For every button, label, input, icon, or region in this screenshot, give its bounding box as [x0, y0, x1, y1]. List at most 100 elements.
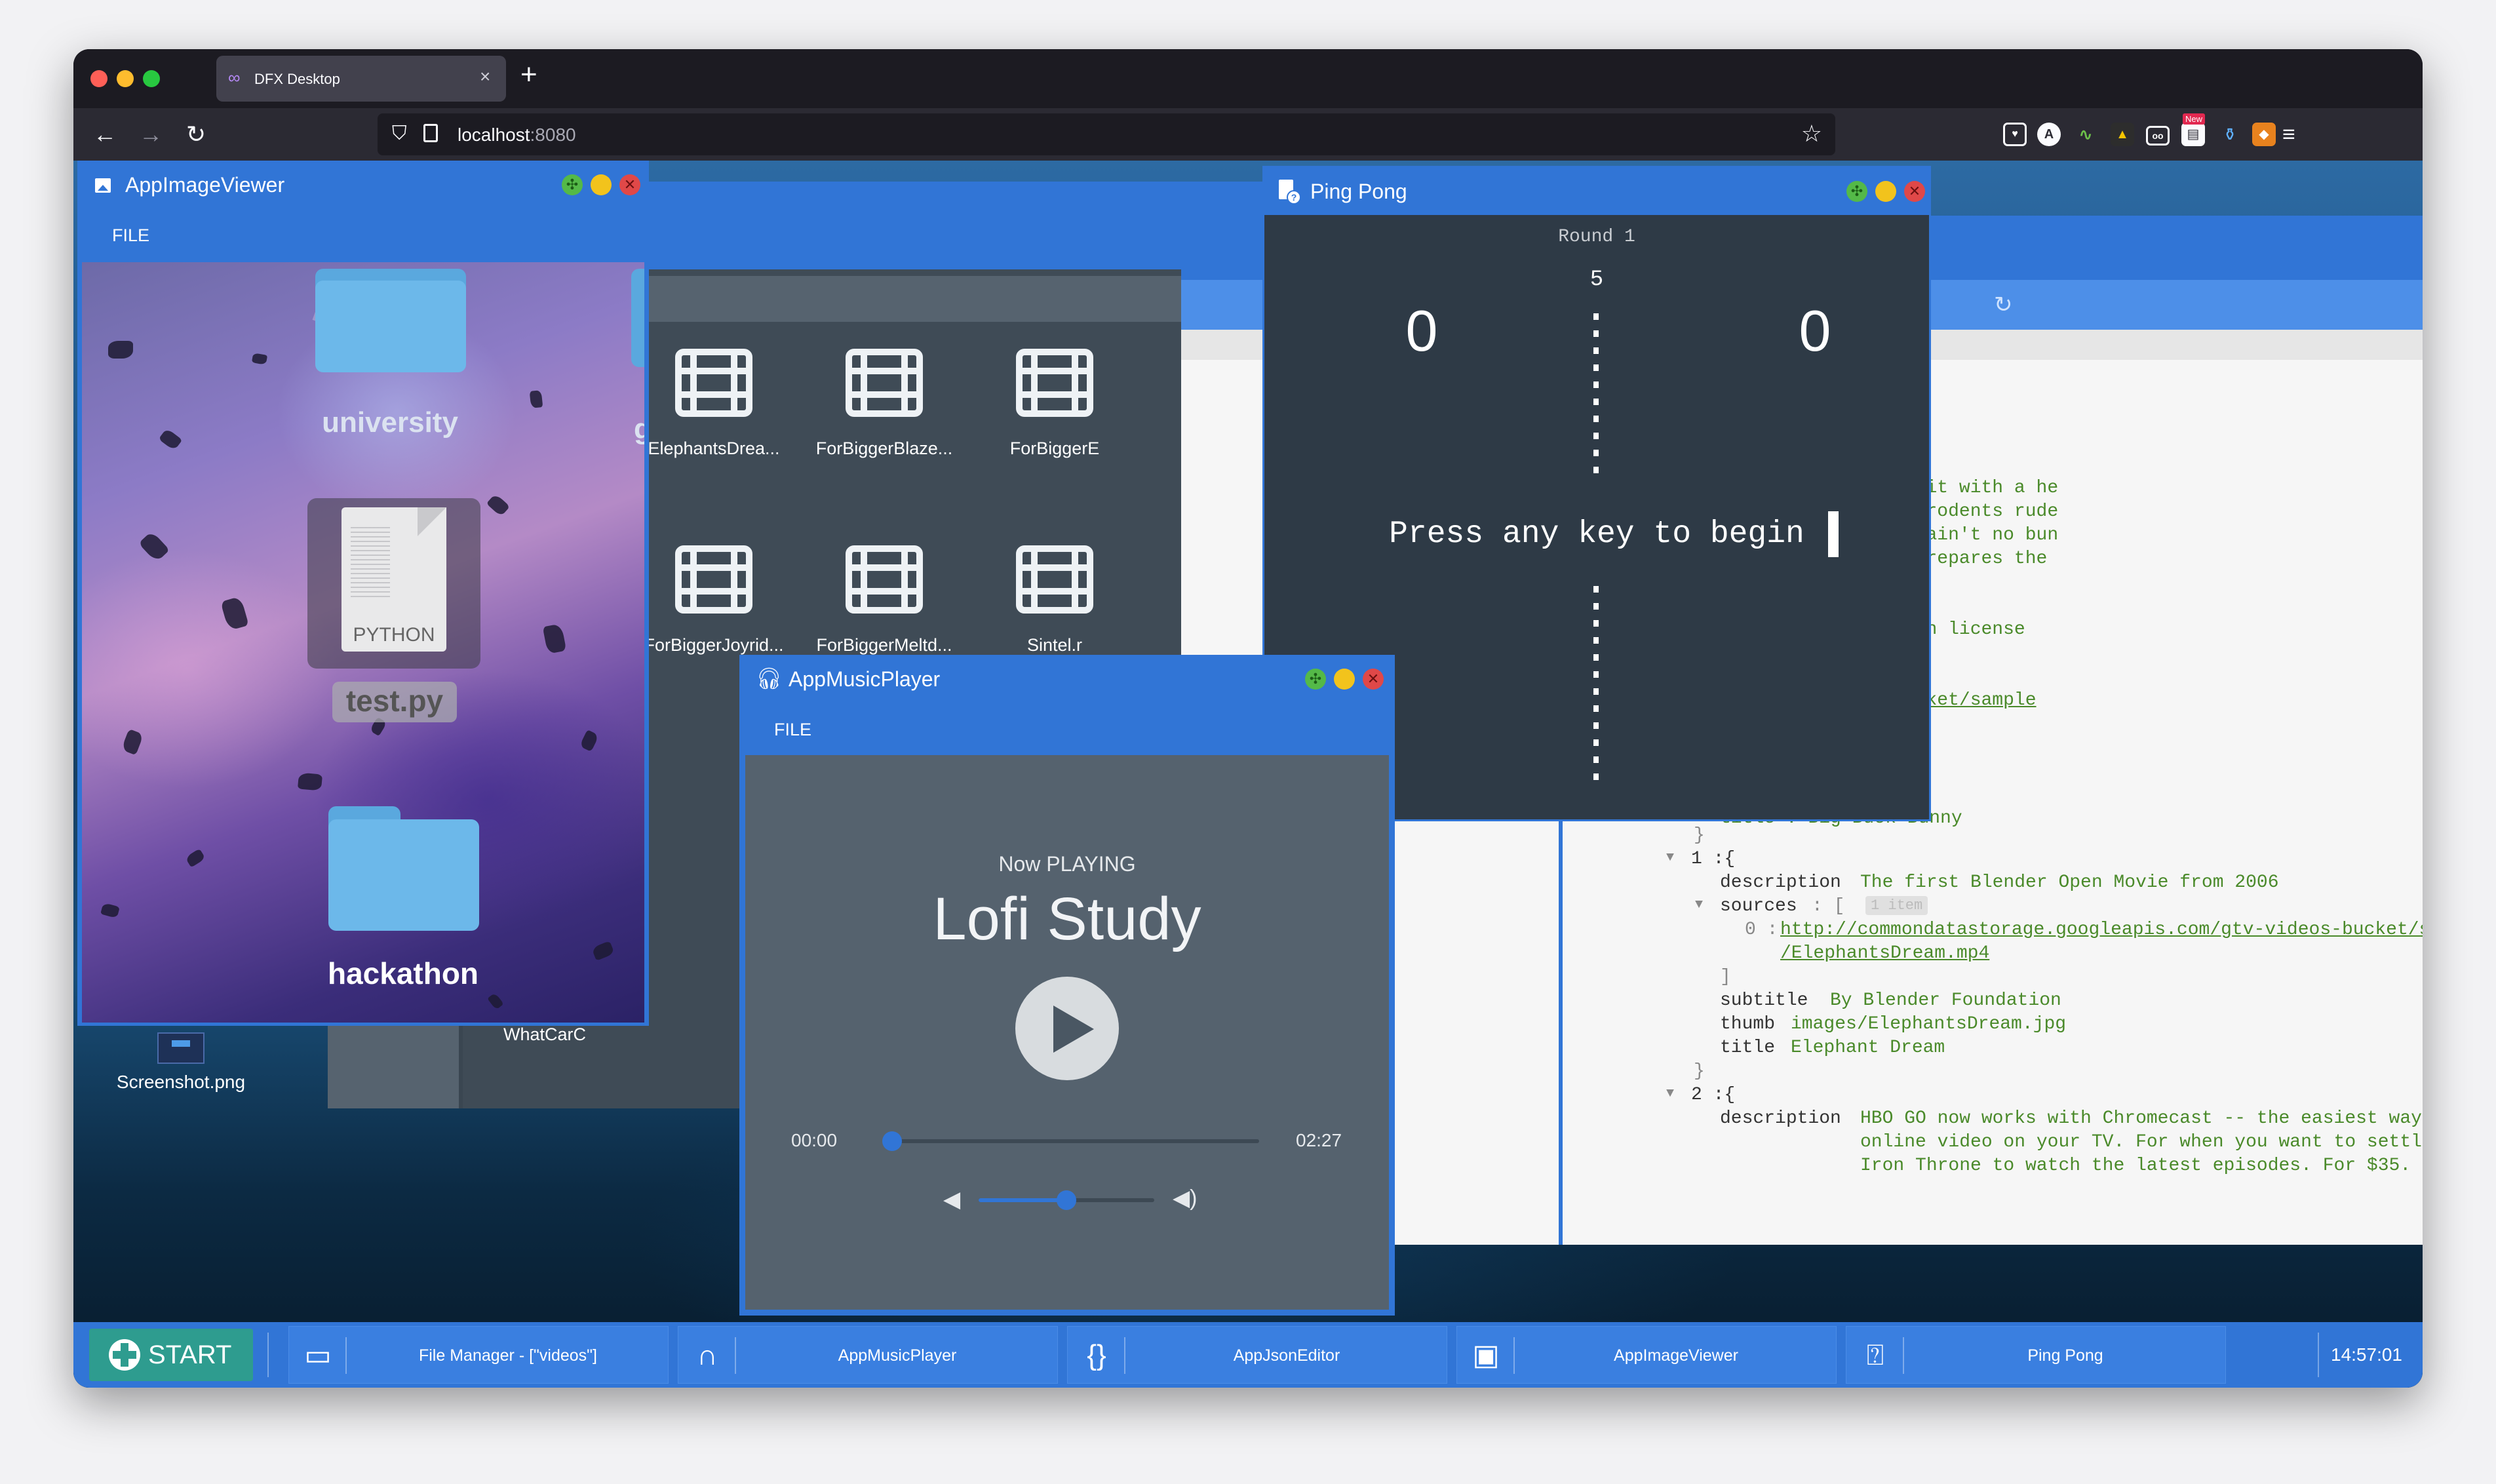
- collapse-arrow-icon[interactable]: ▼: [1666, 1086, 1674, 1101]
- news-extension-icon[interactable]: ▤: [2181, 123, 2205, 146]
- volume-slider[interactable]: [979, 1190, 1154, 1210]
- close-tab-icon[interactable]: ×: [480, 66, 490, 87]
- forward-arrow-icon[interactable]: →: [139, 108, 163, 161]
- close-icon[interactable]: ✕: [1363, 669, 1384, 690]
- json-value: online video on your TV. For when you wa…: [1860, 1132, 2423, 1152]
- target-score: 5: [1589, 267, 1604, 292]
- film-icon: [675, 545, 752, 614]
- bottle-extension-icon[interactable]: ⚱: [2218, 123, 2242, 146]
- volume-fill: [979, 1198, 1066, 1202]
- displayed-image: university PYTHON test.py hackathon: [82, 262, 644, 1023]
- image-icon: ▣: [1472, 1339, 1500, 1371]
- window-title: Ping Pong: [1310, 180, 1407, 203]
- music-player-menubar: FILE: [741, 703, 1393, 755]
- url-bar[interactable]: ⛉ localhost:8080 ☆: [378, 113, 1835, 155]
- json-bracket: : [: [1812, 896, 1845, 916]
- file-menu[interactable]: FILE: [112, 225, 149, 246]
- music-player-window: 🎧︎ AppMusicPlayer ✣ ✕ FILE Now PLAYING L…: [739, 655, 1395, 1316]
- close-window-button[interactable]: [90, 70, 107, 87]
- close-icon[interactable]: ✕: [1904, 181, 1925, 202]
- minimize-icon[interactable]: [1875, 181, 1896, 202]
- json-key: description: [1720, 1108, 1841, 1129]
- time-total: 02:27: [1296, 1130, 1342, 1150]
- maximize-icon[interactable]: ✣: [562, 174, 583, 195]
- maximize-icon[interactable]: ✣: [1846, 181, 1867, 202]
- close-icon[interactable]: ✕: [619, 174, 640, 195]
- new-badge: New: [2183, 113, 2206, 125]
- window-title: AppMusicPlayer: [789, 667, 941, 691]
- headphones-icon: ∩: [697, 1339, 718, 1371]
- film-icon: [1016, 545, 1093, 614]
- json-brace: }: [1694, 825, 1705, 846]
- volume-down-icon[interactable]: ◀︎: [943, 1186, 960, 1213]
- time-current: 00:00: [791, 1130, 838, 1150]
- reload-icon[interactable]: ↻: [186, 108, 206, 161]
- taskbar: START ▭ File Manager - ["videos"] ∩ AppMusi…: [73, 1322, 2423, 1388]
- image-viewer-titlebar[interactable]: AppImageViewer ✣ ✕: [79, 163, 647, 208]
- tab-title: DFX Desktop: [254, 71, 340, 87]
- hamburger-menu-icon[interactable]: ≡: [2282, 108, 2295, 161]
- json-key: sources: [1720, 896, 1797, 916]
- track-title: Lofi Study: [933, 886, 1201, 952]
- taskbar-item[interactable]: ▭ File Manager - ["videos"]: [288, 1326, 669, 1384]
- minimize-icon[interactable]: [1334, 669, 1355, 690]
- maximize-icon[interactable]: ✣: [1305, 669, 1326, 690]
- back-arrow-icon[interactable]: ←: [93, 108, 117, 161]
- inbox-icon: ▭: [304, 1339, 332, 1371]
- progress-thumb[interactable]: [882, 1131, 902, 1151]
- taskbar-item[interactable]: {} AppJsonEditor: [1067, 1326, 1447, 1384]
- image-viewer-window: AppImageViewer ✣ ✕ FILE university PYTHO…: [77, 161, 649, 1026]
- json-link[interactable]: /ElephantsDream.mp4: [1780, 943, 1989, 964]
- folder-icon: [315, 269, 466, 374]
- progress-track[interactable]: [882, 1131, 1259, 1151]
- collapse-arrow-icon[interactable]: ▼: [1695, 897, 1703, 912]
- json-value: By Blender Foundation: [1830, 990, 2061, 1011]
- file-question-icon: ⍰: [1866, 1339, 1884, 1371]
- bookmark-star-icon[interactable]: ☆: [1801, 120, 1822, 147]
- file-label: test.py: [345, 684, 444, 718]
- browser-window: ∞ DFX Desktop × + ← → ↻ ⛉ localhost:8080…: [73, 49, 2423, 1388]
- pocket-icon[interactable]: ♥: [2003, 123, 2027, 146]
- browser-tab[interactable]: ∞ DFX Desktop ×: [216, 56, 506, 102]
- ping-pong-titlebar[interactable]: ? Ping Pong ✣ ✕: [1264, 168, 1929, 215]
- waveform-extension-icon[interactable]: ∿: [2074, 123, 2097, 146]
- new-tab-icon[interactable]: +: [520, 58, 537, 91]
- triangle-extension-icon[interactable]: ▲: [2111, 123, 2134, 146]
- json-value: The first Blender Open Movie from 2006: [1860, 872, 2279, 893]
- volume-thumb[interactable]: [1057, 1190, 1076, 1210]
- taskbar-item[interactable]: ∩ AppMusicPlayer: [678, 1326, 1058, 1384]
- json-brace: }: [1694, 1061, 1705, 1082]
- image-icon: [95, 178, 111, 193]
- left-score: 0: [1405, 298, 1438, 363]
- json-key: title: [1720, 1038, 1776, 1058]
- taskbar-item[interactable]: ⍰ Ping Pong: [1846, 1326, 2226, 1384]
- page-icon: [423, 124, 438, 142]
- refresh-icon[interactable]: ↻: [1994, 292, 2013, 318]
- film-icon: [846, 349, 923, 417]
- music-player-titlebar[interactable]: 🎧︎ AppMusicPlayer ✣ ✕: [741, 657, 1393, 703]
- clock: 14:57:01: [2331, 1344, 2402, 1365]
- file-label: ElephantsDrea...: [648, 439, 780, 458]
- file-menu[interactable]: FILE: [774, 720, 811, 740]
- account-icon[interactable]: A: [2037, 123, 2061, 146]
- taskbar-item[interactable]: ▣ AppImageViewer: [1456, 1326, 1837, 1384]
- window-title: AppImageViewer: [125, 173, 285, 197]
- play-button[interactable]: [1015, 977, 1119, 1080]
- desktop-file-screenshot[interactable]: Screenshot.png: [115, 1032, 246, 1098]
- minimize-window-button[interactable]: [117, 70, 134, 87]
- json-key: description: [1720, 872, 1841, 893]
- zoom-window-button[interactable]: [143, 70, 160, 87]
- volume-up-icon[interactable]: ◀︎): [1173, 1185, 1197, 1211]
- fox-extension-icon[interactable]: ◆: [2252, 123, 2276, 146]
- headphones-icon: 🎧︎: [756, 667, 783, 690]
- browser-toolbar: ← → ↻ ⛉ localhost:8080 ☆ ♥ A ∿ ▲ oo ▤ Ne…: [73, 108, 2423, 161]
- file-label: WhatCarC: [503, 1025, 587, 1044]
- file-type-label: PYTHON: [353, 624, 435, 646]
- braces-icon: {}: [1087, 1339, 1106, 1371]
- json-link[interactable]: http://commondatastorage.googleapis.com/…: [1780, 920, 2423, 940]
- glasses-extension-icon[interactable]: oo: [2146, 126, 2170, 146]
- shield-icon: ⛉: [392, 123, 407, 144]
- minimize-icon[interactable]: [591, 174, 612, 195]
- paddle-right: [1828, 511, 1839, 557]
- collapse-arrow-icon[interactable]: ▼: [1666, 850, 1674, 865]
